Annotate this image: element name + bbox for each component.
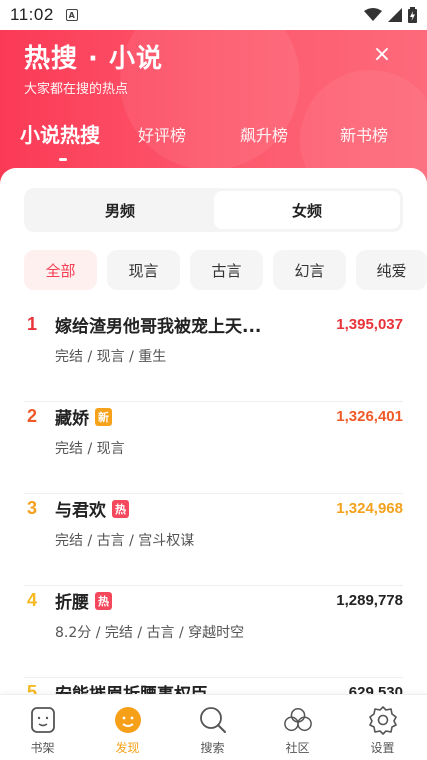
- book-meta: 8.2分 / 完结 / 古言 / 穿越时空: [55, 625, 245, 641]
- signal-icon: [388, 8, 402, 22]
- tab-new-books[interactable]: 新书榜: [340, 122, 388, 146]
- title-line: 藏娇 新: [55, 404, 112, 429]
- page-subtitle: 大家都在搜的热点: [24, 82, 129, 97]
- tab-rising[interactable]: 飙升榜: [240, 122, 288, 146]
- wifi-icon: [364, 8, 382, 21]
- chip-ancient[interactable]: 古言: [190, 250, 263, 290]
- search-icon: [198, 705, 228, 735]
- community-icon: [283, 705, 313, 735]
- nav-label: 书架: [30, 741, 55, 755]
- chip-fantasy[interactable]: 幻言: [273, 250, 346, 290]
- hot-badge: 热: [95, 591, 112, 610]
- nav-discover[interactable]: 发现: [85, 695, 170, 760]
- chip-pure-love[interactable]: 纯爱: [356, 250, 427, 290]
- book-meta: 完结 / 现言: [55, 441, 125, 457]
- book-title: 折腰: [55, 593, 89, 613]
- search-count: 1,395,037: [336, 316, 403, 333]
- tab-good-review[interactable]: 好评榜: [138, 122, 186, 146]
- notification-a-icon: A: [65, 9, 78, 21]
- rank-number: 1: [26, 314, 37, 334]
- rank-number: 2: [26, 406, 37, 426]
- nav-search[interactable]: 搜索: [170, 695, 255, 760]
- nav-label: 社区: [285, 741, 310, 755]
- new-badge: 新: [95, 407, 112, 426]
- title-line: 与君欢 热: [55, 496, 129, 521]
- status-bar: 11:02 A: [0, 0, 427, 30]
- chip-modern[interactable]: 现言: [107, 250, 180, 290]
- nav-bookshelf[interactable]: 书架: [0, 695, 85, 760]
- rank-number: 3: [26, 498, 37, 518]
- chip-all[interactable]: 全部: [24, 250, 97, 290]
- title-line: 折腰 热: [55, 588, 112, 613]
- hot-badge: 热: [112, 499, 129, 518]
- segment-female[interactable]: 女频: [214, 191, 400, 229]
- settings-icon: [368, 705, 398, 735]
- book-title: 与君欢: [55, 501, 106, 521]
- book-title: 藏娇: [55, 409, 89, 429]
- book-meta: 完结 / 古言 / 宫斗权谋: [55, 533, 195, 549]
- discover-icon: [113, 705, 143, 735]
- list-item[interactable]: 2 藏娇 新 完结 / 现言 1,326,401: [0, 402, 427, 494]
- tab-novel-hot[interactable]: 小说热搜: [20, 119, 100, 148]
- search-count: 1,326,401: [336, 408, 403, 425]
- bookshelf-icon: [28, 705, 58, 735]
- book-meta: 完结 / 现言 / 重生: [55, 349, 167, 365]
- page-title: 热搜 · 小说: [24, 44, 163, 74]
- list-item[interactable]: 3 与君欢 热 完结 / 古言 / 宫斗权谋 1,324,968: [0, 494, 427, 586]
- status-time: 11:02: [10, 5, 54, 24]
- nav-label: 搜索: [200, 741, 225, 755]
- list-item[interactable]: 1 嫁给渣男他哥我被宠上天... 完结 / 现言 / 重生 1,395,037: [0, 310, 427, 402]
- segment-male[interactable]: 男频: [27, 191, 213, 229]
- book-title: 嫁给渣男他哥我被宠上天...: [55, 317, 262, 337]
- list-item[interactable]: 4 折腰 热 8.2分 / 完结 / 古言 / 穿越时空 1,289,778: [0, 586, 427, 678]
- close-icon: ×: [372, 41, 392, 67]
- nav-settings[interactable]: 设置: [340, 695, 425, 760]
- bottom-nav: 书架 发现 搜索 社区 设置: [0, 694, 427, 760]
- tab-indicator: [59, 158, 67, 161]
- rank-tabs: 小说热搜 好评榜 飙升榜 新书榜: [0, 122, 427, 166]
- nav-community[interactable]: 社区: [255, 695, 340, 760]
- gender-segment: 男频 女频: [24, 188, 403, 232]
- content-sheet: 男频 女频 全部 现言 古言 幻言 纯爱 1 嫁给渣男他哥我被宠上天... 完结…: [0, 168, 427, 698]
- search-count: 1,324,968: [336, 500, 403, 517]
- title-line: 嫁给渣男他哥我被宠上天...: [55, 312, 261, 337]
- rank-number: 4: [26, 590, 37, 610]
- category-chips: 全部 现言 古言 幻言 纯爱: [24, 250, 427, 290]
- nav-label: 发现: [115, 741, 140, 755]
- battery-icon: [408, 7, 417, 23]
- nav-label: 设置: [370, 741, 395, 755]
- search-count: 1,289,778: [336, 592, 403, 609]
- hero-header: 热搜 · 小说 大家都在搜的热点 × 小说热搜 好评榜 飙升榜 新书榜: [0, 30, 427, 190]
- close-button[interactable]: ×: [366, 38, 398, 70]
